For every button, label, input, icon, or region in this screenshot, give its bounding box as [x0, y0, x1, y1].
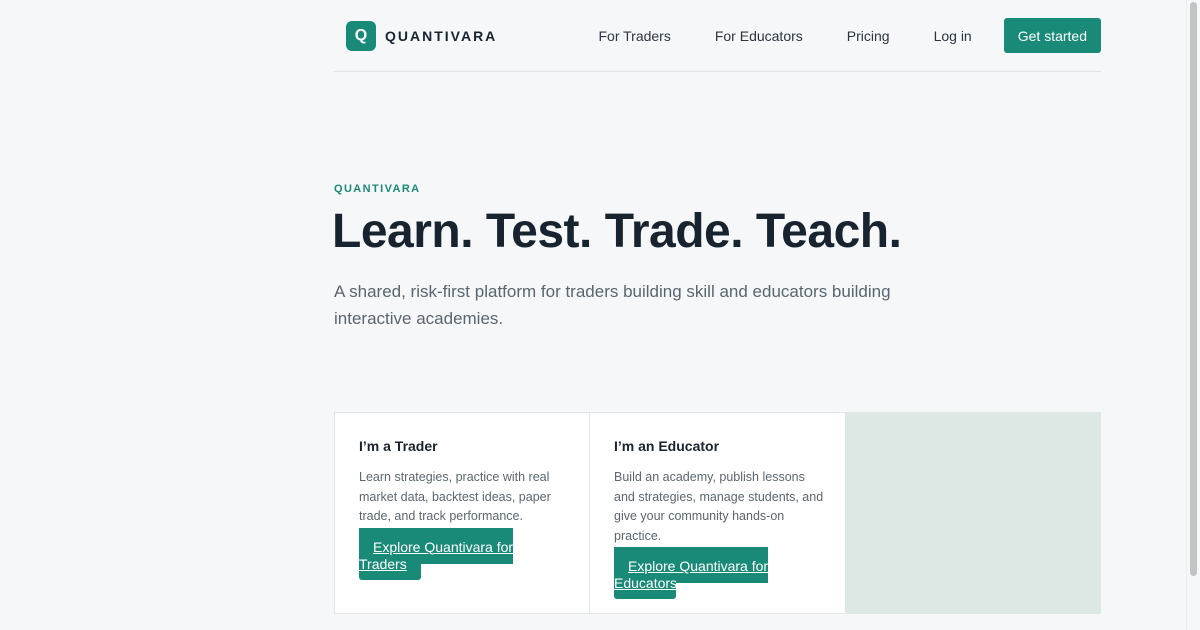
- logo-mark-icon: Q: [346, 21, 376, 51]
- card-title: I’m an Educator: [614, 438, 720, 454]
- landing-page: Q QUANTIVARA For Traders For Educators P…: [0, 0, 1200, 630]
- hero-subtitle: A shared, risk-first platform for trader…: [334, 282, 891, 328]
- scrollbar-thumb[interactable]: [1190, 2, 1197, 576]
- hero-eyebrow: QUANTIVARA: [334, 183, 421, 195]
- button-label: Explore Quantivara for Traders: [359, 538, 514, 572]
- logo-wordmark: QUANTIVARA: [385, 28, 498, 44]
- nav-link-for-educators[interactable]: For Educators: [715, 28, 803, 44]
- nav-link-pricing[interactable]: Pricing: [847, 28, 890, 44]
- main-nav: For Traders For Educators Pricing Log in…: [598, 18, 1101, 53]
- logo[interactable]: Q QUANTIVARA: [346, 21, 497, 51]
- site-header: Q QUANTIVARA For Traders For Educators P…: [334, 0, 1101, 72]
- explore-traders-button[interactable]: Explore Quantivara for Traders: [359, 527, 515, 580]
- nav-link-for-traders[interactable]: For Traders: [598, 28, 670, 44]
- explore-educators-button[interactable]: Explore Quantivara for Educators: [614, 547, 770, 599]
- page-scrollbar[interactable]: [1186, 0, 1200, 630]
- card-description: Learn strategies, practice with real mar…: [359, 470, 551, 523]
- nav-link-log-in[interactable]: Log in: [934, 28, 972, 44]
- button-label: Explore Quantivara for Educators: [614, 558, 769, 591]
- educator-card: I’m an Educator Build an academy, publis…: [590, 412, 846, 614]
- card-title: I’m a Trader: [359, 438, 438, 454]
- get-started-button[interactable]: Get started: [1003, 18, 1101, 53]
- trader-card: I’m a Trader Learn strategies, practice …: [334, 412, 590, 614]
- card-description: Build an academy, publish lessons and st…: [614, 470, 824, 543]
- cards-side-panel: [846, 412, 1101, 614]
- audience-cards: I’m a Trader Learn strategies, practice …: [334, 412, 1101, 614]
- hero-title: Learn. Test. Trade. Teach.: [332, 205, 902, 258]
